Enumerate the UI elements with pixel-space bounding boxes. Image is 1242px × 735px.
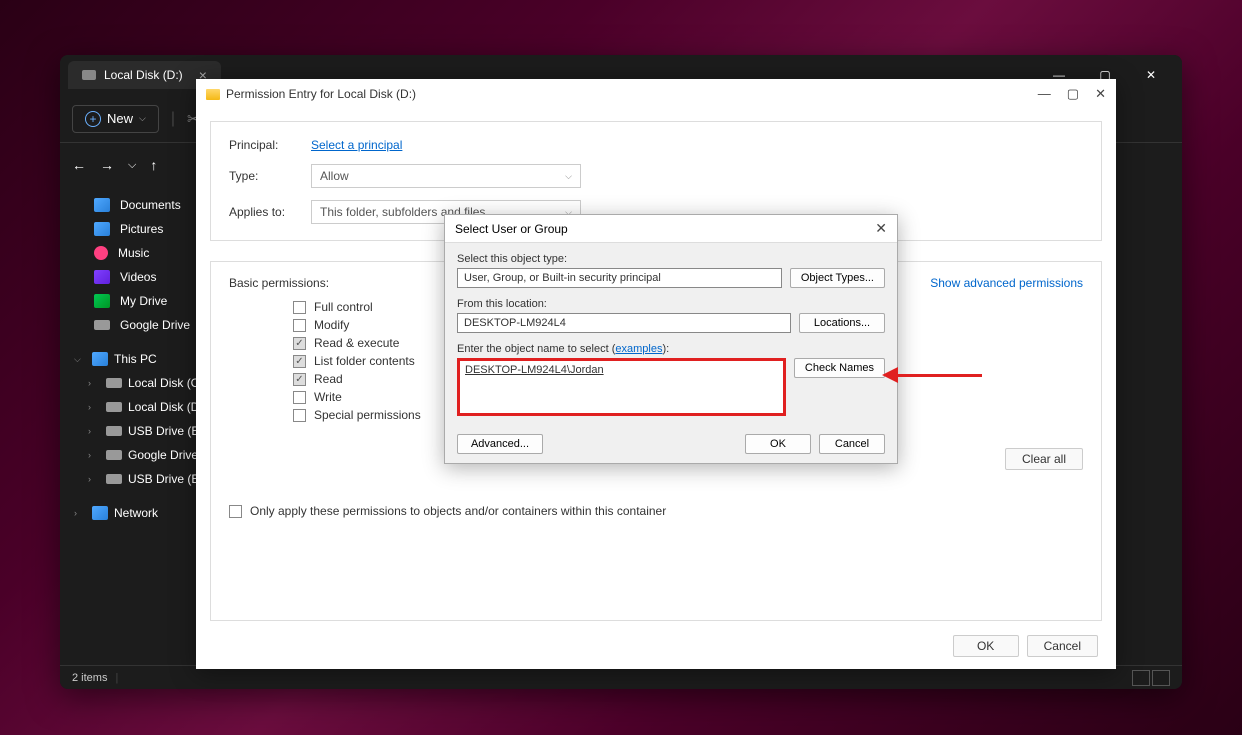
maximize-button[interactable]: ▢ bbox=[1067, 86, 1079, 102]
type-label: Type: bbox=[229, 169, 311, 183]
pc-icon bbox=[92, 352, 108, 366]
checkbox[interactable]: ✓ bbox=[293, 373, 306, 386]
object-types-button[interactable]: Object Types... bbox=[790, 268, 885, 288]
chevron-right-icon: › bbox=[88, 378, 100, 388]
folder-icon bbox=[94, 294, 110, 308]
advanced-button[interactable]: Advanced... bbox=[457, 434, 543, 454]
drive-icon bbox=[106, 402, 122, 412]
clear-all-button[interactable]: Clear all bbox=[1005, 448, 1083, 470]
drive-icon bbox=[82, 70, 96, 80]
drive-icon bbox=[106, 426, 122, 436]
network-icon bbox=[92, 506, 108, 520]
chevron-right-icon: › bbox=[88, 474, 100, 484]
forward-icon[interactable]: → bbox=[100, 157, 114, 173]
permission-label: Read & execute bbox=[314, 336, 399, 350]
folder-icon bbox=[94, 270, 110, 284]
chevron-down-icon: ⌵ bbox=[139, 113, 146, 124]
chevron-down-icon: ⌵ bbox=[565, 171, 572, 182]
advanced-permissions-link[interactable]: Show advanced permissions bbox=[930, 276, 1083, 290]
drive-icon bbox=[106, 450, 122, 460]
close-icon[interactable]: ✕ bbox=[875, 220, 887, 237]
select-user-titlebar: Select User or Group ✕ bbox=[445, 215, 897, 243]
thumbnails-view-icon[interactable] bbox=[1152, 670, 1170, 686]
checkbox[interactable] bbox=[293, 409, 306, 422]
permission-label: List folder contents bbox=[314, 354, 415, 368]
drive-icon bbox=[106, 378, 122, 388]
object-type-field: User, Group, or Built-in security princi… bbox=[457, 268, 782, 288]
only-apply-checkbox[interactable] bbox=[229, 505, 242, 518]
new-button[interactable]: + New ⌵ bbox=[72, 105, 159, 133]
annotation-arrow bbox=[896, 374, 982, 377]
object-type-label: Select this object type: bbox=[457, 253, 885, 265]
chevron-down-icon[interactable]: ⌵ bbox=[128, 159, 136, 172]
folder-icon bbox=[206, 89, 220, 100]
applies-label: Applies to: bbox=[229, 205, 311, 219]
close-button[interactable]: ✕ bbox=[1095, 86, 1106, 102]
type-select[interactable]: Allow ⌵ bbox=[311, 164, 581, 188]
minimize-button[interactable]: — bbox=[1038, 86, 1051, 102]
select-user-dialog: Select User or Group ✕ Select this objec… bbox=[444, 214, 898, 464]
chevron-right-icon: › bbox=[88, 450, 100, 460]
folder-icon bbox=[94, 222, 110, 236]
chevron-down-icon: ⌵ bbox=[74, 354, 86, 365]
select-principal-link[interactable]: Select a principal bbox=[311, 138, 402, 152]
permission-label: Modify bbox=[314, 318, 349, 332]
object-name-label: Enter the object name to select (example… bbox=[457, 343, 885, 355]
location-label: From this location: bbox=[457, 298, 885, 310]
principal-label: Principal: bbox=[229, 138, 311, 152]
dialog-title: Permission Entry for Local Disk (D:) bbox=[226, 87, 416, 101]
folder-icon bbox=[94, 320, 110, 330]
permission-label: Full control bbox=[314, 300, 373, 314]
drive-icon bbox=[106, 474, 122, 484]
chevron-right-icon: › bbox=[88, 426, 100, 436]
plus-icon: + bbox=[85, 111, 101, 127]
ok-button[interactable]: OK bbox=[953, 635, 1019, 657]
checkbox[interactable] bbox=[293, 391, 306, 404]
folder-icon bbox=[94, 198, 110, 212]
checkbox[interactable]: ✓ bbox=[293, 337, 306, 350]
only-apply-label: Only apply these permissions to objects … bbox=[250, 504, 666, 518]
chevron-right-icon: › bbox=[88, 402, 100, 412]
locations-button[interactable]: Locations... bbox=[799, 313, 885, 333]
cancel-button[interactable]: Cancel bbox=[819, 434, 885, 454]
dialog-title: Select User or Group bbox=[455, 222, 568, 236]
checkbox[interactable]: ✓ bbox=[293, 355, 306, 368]
ok-button[interactable]: OK bbox=[745, 434, 811, 454]
up-icon[interactable]: ↑ bbox=[150, 157, 157, 173]
close-button[interactable]: ✕ bbox=[1128, 59, 1174, 91]
permission-label: Read bbox=[314, 372, 343, 386]
permission-titlebar: Permission Entry for Local Disk (D:) — ▢… bbox=[196, 79, 1116, 109]
folder-icon bbox=[94, 246, 108, 260]
permission-label: Special permissions bbox=[314, 408, 421, 422]
back-icon[interactable]: ← bbox=[72, 157, 86, 173]
checkbox[interactable] bbox=[293, 319, 306, 332]
check-names-button[interactable]: Check Names bbox=[794, 358, 885, 378]
object-name-input[interactable]: DESKTOP-LM924L4\Jordan bbox=[457, 358, 786, 416]
chevron-right-icon: › bbox=[74, 508, 86, 518]
checkbox[interactable] bbox=[293, 301, 306, 314]
location-field: DESKTOP-LM924L4 bbox=[457, 313, 791, 333]
details-view-icon[interactable] bbox=[1132, 670, 1150, 686]
permission-label: Write bbox=[314, 390, 342, 404]
item-count: 2 items bbox=[72, 672, 107, 684]
examples-link[interactable]: examples bbox=[615, 343, 662, 355]
cancel-button[interactable]: Cancel bbox=[1027, 635, 1098, 657]
tab-title: Local Disk (D:) bbox=[104, 68, 183, 82]
